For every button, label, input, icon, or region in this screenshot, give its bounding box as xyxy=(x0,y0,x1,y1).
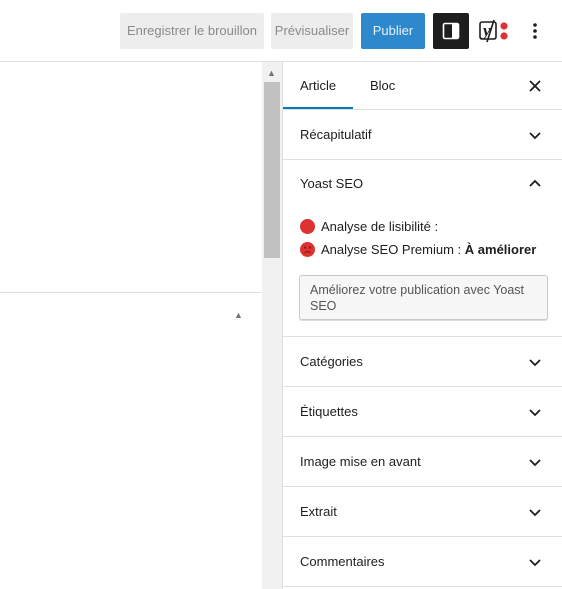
panel-excerpt[interactable]: Extrait xyxy=(283,487,562,537)
readability-analysis-row: Analyse de lisibilité : xyxy=(300,218,438,236)
seo-analysis-row: Analyse SEO Premium : À améliorer xyxy=(300,241,536,259)
close-sidebar-button[interactable] xyxy=(523,74,547,98)
editor-canvas[interactable]: ▲ xyxy=(0,62,262,589)
svg-text:y: y xyxy=(481,21,491,40)
readability-label: Analyse de lisibilité : xyxy=(321,219,439,234)
chevron-down-icon xyxy=(529,359,541,367)
panel-title: Image mise en avant xyxy=(300,454,421,469)
chevron-down-icon xyxy=(529,409,541,417)
panel-title: Récapitulatif xyxy=(300,127,372,142)
meta-boxes-divider xyxy=(0,292,262,293)
save-draft-button[interactable]: Enregistrer le brouillon xyxy=(120,13,264,49)
settings-sidebar: Article Bloc Récapitulatif Yoast SEO Ana… xyxy=(282,62,562,589)
panel-title: Commentaires xyxy=(300,554,385,569)
panel-yoast-seo: Yoast SEO Analyse de lisibilité : Analys… xyxy=(283,159,562,337)
editor-scrollbar[interactable]: ▲ xyxy=(262,62,282,589)
yoast-sidebar-button[interactable]: y xyxy=(477,13,513,49)
vertical-ellipsis-icon xyxy=(533,23,537,39)
improve-with-yoast-button[interactable]: Améliorez votre publication avec Yoast S… xyxy=(299,275,548,320)
panel-comments[interactable]: Commentaires xyxy=(283,537,562,587)
chevron-down-icon xyxy=(529,559,541,567)
editor-header: Enregistrer le brouillon Prévisualiser P… xyxy=(0,0,562,62)
chevron-down-icon xyxy=(529,459,541,467)
tab-article[interactable]: Article xyxy=(283,62,354,109)
collapse-arrow-icon[interactable]: ▲ xyxy=(234,310,243,320)
panel-summary[interactable]: Récapitulatif xyxy=(283,110,562,160)
settings-toggle-button[interactable] xyxy=(433,13,469,49)
panel-title: Extrait xyxy=(300,504,337,519)
scroll-up-arrow-icon[interactable]: ▲ xyxy=(267,68,276,78)
publish-button[interactable]: Publier xyxy=(361,13,425,49)
seo-score-value: À améliorer xyxy=(464,242,537,257)
sidebar-tabs: Article Bloc xyxy=(283,62,562,110)
tab-bloc[interactable]: Bloc xyxy=(353,62,412,110)
more-options-button[interactable] xyxy=(521,13,549,49)
close-icon xyxy=(529,80,541,92)
chevron-down-icon xyxy=(529,509,541,517)
chevron-down-icon xyxy=(529,132,541,140)
panel-title: Yoast SEO xyxy=(300,176,364,191)
panel-yoast-header[interactable]: Yoast SEO xyxy=(283,159,562,209)
panel-categories[interactable]: Catégories xyxy=(283,337,562,387)
preview-button[interactable]: Prévisualiser xyxy=(271,13,353,49)
sad-face-icon xyxy=(300,242,315,257)
sidebar-toggle-icon xyxy=(442,22,460,40)
panel-tags[interactable]: Étiquettes xyxy=(283,387,562,437)
chevron-up-icon xyxy=(529,179,541,187)
yoast-logo-icon: y xyxy=(479,19,508,43)
seo-label: Analyse SEO Premium : xyxy=(321,242,462,257)
panel-title: Catégories xyxy=(300,354,363,369)
panel-featured-image[interactable]: Image mise en avant xyxy=(283,437,562,487)
scroll-thumb[interactable] xyxy=(264,82,280,258)
panel-title: Étiquettes xyxy=(300,404,358,419)
red-status-dot-icon xyxy=(300,219,315,234)
